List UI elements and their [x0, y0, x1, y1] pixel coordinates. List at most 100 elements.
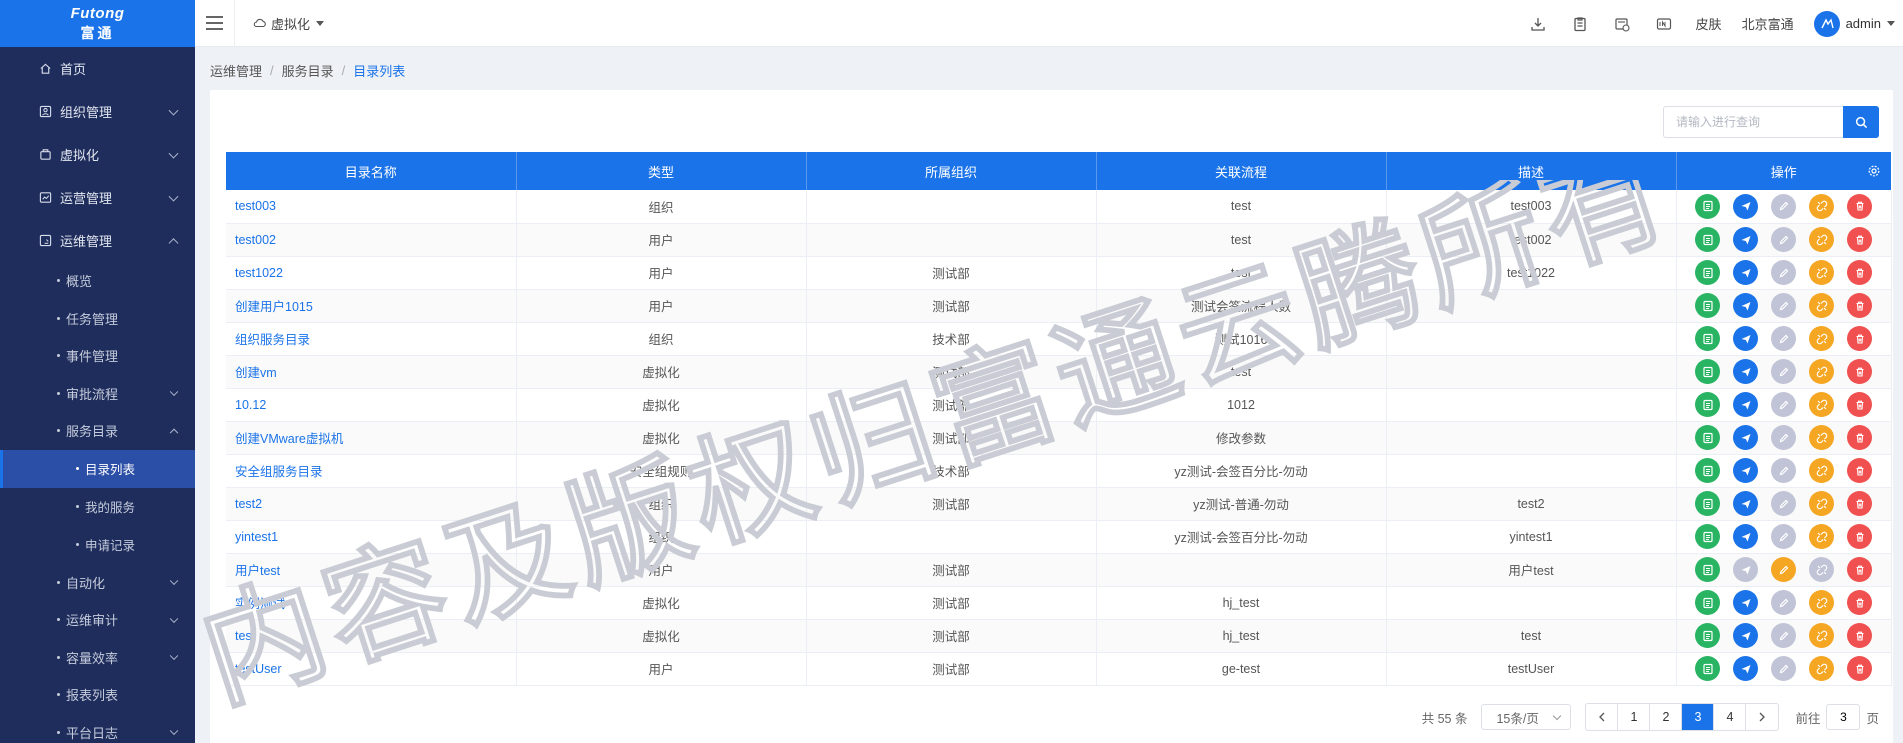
delete-button[interactable]	[1847, 656, 1872, 681]
edit-button[interactable]	[1771, 392, 1796, 417]
publish-button[interactable]	[1733, 260, 1758, 285]
edit-button[interactable]	[1771, 590, 1796, 615]
unlink-button[interactable]	[1809, 326, 1834, 351]
unlink-button[interactable]	[1809, 656, 1834, 681]
edit-button[interactable]	[1771, 425, 1796, 450]
unlink-button[interactable]	[1809, 425, 1834, 450]
view-button[interactable]	[1695, 524, 1720, 549]
delete-button[interactable]	[1847, 392, 1872, 417]
goto-page-input[interactable]	[1826, 704, 1861, 730]
clipboard-icon[interactable]	[1570, 14, 1590, 34]
delete-button[interactable]	[1847, 524, 1872, 549]
view-button[interactable]	[1695, 590, 1720, 615]
sidebar-item-home[interactable]: 首页	[0, 47, 195, 90]
edit-button[interactable]	[1771, 656, 1796, 681]
delete-button[interactable]	[1847, 623, 1872, 648]
sidebar-subitem-capacity[interactable]: 容量效率	[0, 639, 195, 677]
catalog-name-link[interactable]: yintest1	[226, 520, 517, 554]
unlink-button[interactable]	[1809, 623, 1834, 648]
publish-button[interactable]	[1733, 557, 1758, 582]
edit-button[interactable]	[1771, 623, 1796, 648]
search-input[interactable]	[1663, 106, 1843, 138]
publish-button[interactable]	[1733, 524, 1758, 549]
page-button-2[interactable]: 2	[1650, 704, 1683, 730]
page-button-4[interactable]: 4	[1714, 704, 1747, 730]
publish-button[interactable]	[1733, 193, 1758, 219]
edit-button[interactable]	[1771, 524, 1796, 549]
page-size-select[interactable]: 15条/页	[1481, 704, 1572, 730]
catalog-name-link[interactable]: 用户test	[226, 553, 517, 587]
publish-button[interactable]	[1733, 359, 1758, 384]
view-button[interactable]	[1695, 260, 1720, 285]
edit-button[interactable]	[1771, 260, 1796, 285]
user-name[interactable]: admin	[1846, 16, 1881, 31]
module-switcher[interactable]: 虚拟化	[253, 14, 325, 33]
catalog-name-link[interactable]: test1022	[226, 256, 517, 290]
catalog-name-link[interactable]: 创建vm	[226, 355, 517, 389]
sidebar-subitem-service-catalog[interactable]: 服务目录	[0, 412, 195, 450]
download-icon[interactable]	[1528, 14, 1548, 34]
brand-logo[interactable]: Futong 富通	[0, 0, 195, 47]
delete-button[interactable]	[1847, 425, 1872, 450]
caret-down-icon[interactable]	[1887, 21, 1895, 26]
view-button[interactable]	[1695, 656, 1720, 681]
unlink-button[interactable]	[1809, 491, 1834, 516]
catalog-name-link[interactable]: test003	[226, 190, 517, 224]
breadcrumb-item[interactable]: 运维管理	[210, 61, 262, 80]
view-button[interactable]	[1695, 623, 1720, 648]
edit-button[interactable]	[1771, 458, 1796, 483]
view-button[interactable]	[1695, 227, 1720, 252]
delete-button[interactable]	[1847, 557, 1872, 582]
publish-button[interactable]	[1733, 326, 1758, 351]
sidebar-subitem-my-services[interactable]: 我的服务	[0, 488, 195, 526]
catalog-name-link[interactable]: 组织服务目录	[226, 322, 517, 356]
publish-button[interactable]	[1733, 656, 1758, 681]
sidebar-item-virtualization[interactable]: 虚拟化	[0, 133, 195, 176]
avatar[interactable]	[1813, 10, 1840, 37]
sidebar-item-org[interactable]: 组织管理	[0, 90, 195, 133]
delete-button[interactable]	[1847, 359, 1872, 384]
gear-icon[interactable]	[1867, 164, 1881, 178]
delete-button[interactable]	[1847, 491, 1872, 516]
next-page-button[interactable]	[1746, 704, 1778, 730]
catalog-name-link[interactable]: test2	[226, 487, 517, 521]
sidebar-subitem-reports[interactable]: 报表列表	[0, 676, 195, 714]
prev-page-button[interactable]	[1586, 704, 1619, 730]
sidebar-subitem-approval[interactable]: 审批流程	[0, 375, 195, 413]
menu-toggle-button[interactable]	[195, 0, 235, 47]
sidebar-item-maintenance[interactable]: 运维管理	[0, 219, 195, 262]
catalog-name-link[interactable]: 创建用户1015	[226, 289, 517, 323]
view-button[interactable]	[1695, 557, 1720, 582]
catalog-name-link[interactable]: 10.12	[226, 388, 517, 422]
skin-switcher[interactable]: 皮肤	[1696, 14, 1722, 33]
edit-button[interactable]	[1771, 227, 1796, 252]
delete-button[interactable]	[1847, 227, 1872, 252]
delete-button[interactable]	[1847, 260, 1872, 285]
unlink-button[interactable]	[1809, 260, 1834, 285]
publish-button[interactable]	[1733, 590, 1758, 615]
edit-button[interactable]	[1771, 326, 1796, 351]
unlink-button[interactable]	[1809, 590, 1834, 615]
unlink-button[interactable]	[1809, 458, 1834, 483]
company-name[interactable]: 北京富通	[1742, 14, 1794, 33]
sidebar-subitem-request-records[interactable]: 申请记录	[0, 526, 195, 564]
unlink-button[interactable]	[1809, 392, 1834, 417]
sidebar-subitem-automation[interactable]: 自动化	[0, 564, 195, 602]
view-button[interactable]	[1695, 425, 1720, 450]
view-button[interactable]	[1695, 392, 1720, 417]
view-button[interactable]	[1695, 458, 1720, 483]
page-button-3[interactable]: 3	[1682, 704, 1715, 730]
sidebar-subitem-catalog-list[interactable]: 目录列表	[0, 449, 195, 488]
catalog-name-link[interactable]: 安全组服务目录	[226, 454, 517, 488]
delete-button[interactable]	[1847, 590, 1872, 615]
publish-button[interactable]	[1733, 392, 1758, 417]
publish-button[interactable]	[1733, 623, 1758, 648]
publish-button[interactable]	[1733, 458, 1758, 483]
catalog-name-link[interactable]: testUser	[226, 652, 517, 686]
edit-button[interactable]	[1771, 193, 1796, 219]
schedule-icon[interactable]	[1612, 14, 1632, 34]
catalog-name-link[interactable]: test002	[226, 223, 517, 257]
catalog-name-link[interactable]: 实例测试	[226, 586, 517, 620]
view-button[interactable]	[1695, 491, 1720, 516]
publish-button[interactable]	[1733, 425, 1758, 450]
